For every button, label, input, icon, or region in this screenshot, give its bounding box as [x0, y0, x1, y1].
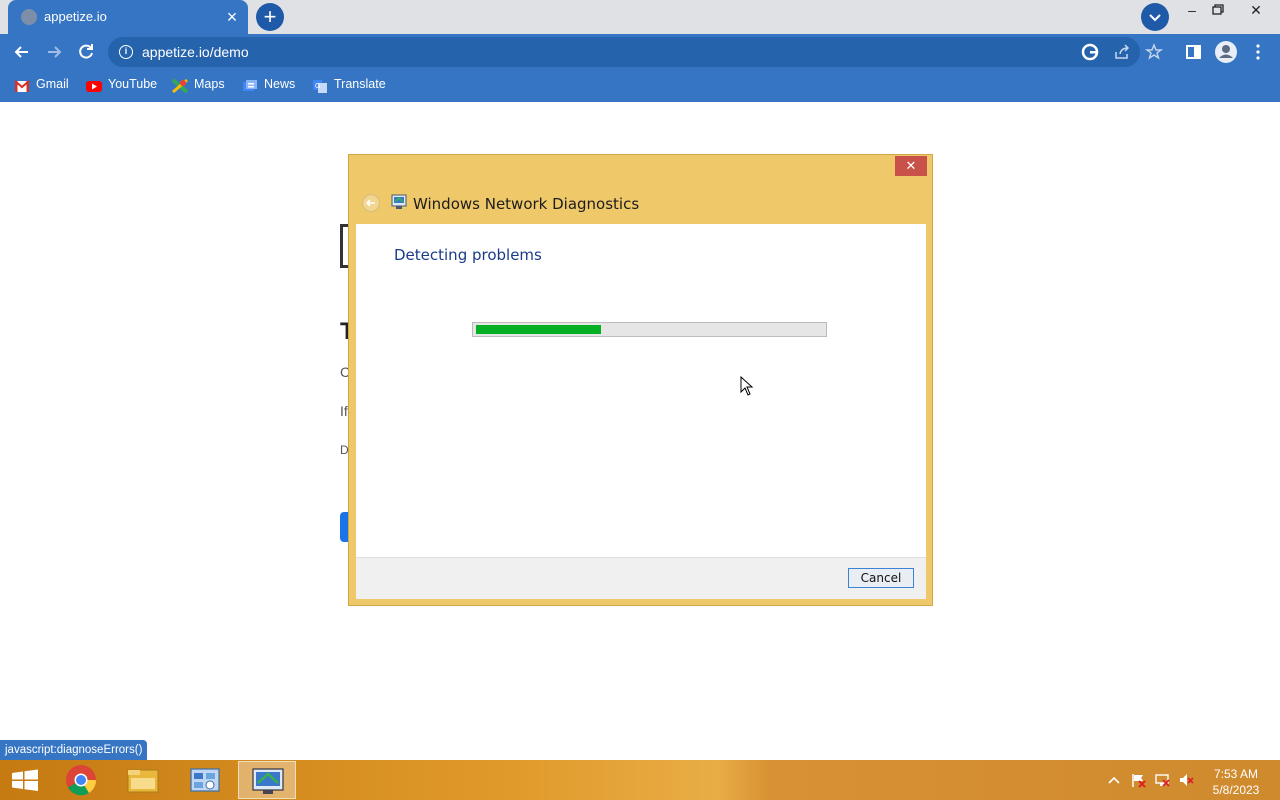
tab-title: appetize.io [44, 9, 107, 24]
site-info-icon[interactable]: i [119, 45, 133, 59]
bookmark-star-icon[interactable] [1144, 42, 1164, 62]
avatar-icon [1215, 41, 1237, 63]
window-close-button[interactable]: ✕ [1236, 0, 1276, 22]
more-vert-icon [1256, 44, 1260, 60]
back-button[interactable] [8, 38, 36, 66]
arrow-left-icon [14, 46, 28, 58]
url-text[interactable]: appetize.io/demo [142, 44, 249, 60]
translate-icon: G [313, 80, 327, 93]
tab-close-icon[interactable]: × [222, 7, 242, 27]
share-icon[interactable] [1112, 42, 1132, 62]
dialog-back-button[interactable] [362, 194, 380, 212]
taskbar-file-explorer[interactable] [114, 761, 172, 799]
network-icon[interactable] [1154, 772, 1170, 788]
bookmark-label: Maps [194, 77, 225, 91]
bookmark-label: Translate [334, 77, 386, 91]
maps-icon [172, 78, 188, 94]
dialog-content: Detecting problems [356, 224, 926, 557]
bookmark-label: News [264, 77, 296, 91]
dialog-heading: Detecting problems [394, 246, 542, 264]
dialog-footer: Cancel [356, 557, 926, 599]
clock-time: 7:53 AM [1213, 767, 1259, 781]
system-clock[interactable]: 7:53 AM 5/8/2023 [1200, 766, 1272, 798]
action-center-flag-icon[interactable] [1130, 772, 1146, 788]
volume-muted-icon[interactable] [1178, 772, 1194, 788]
arrow-right-icon [48, 46, 62, 58]
mouse-cursor-icon [740, 376, 754, 396]
gmail-icon [14, 80, 30, 92]
folder-icon [127, 769, 159, 793]
bookmark-gmail[interactable]: Gmail [14, 76, 74, 96]
bookmark-label: YouTube [108, 77, 158, 91]
control-panel-icon [190, 768, 220, 792]
chrome-icon [66, 765, 97, 796]
bookmark-translate[interactable]: G Translate [312, 76, 386, 96]
arrow-left-icon [365, 199, 375, 207]
dialog-title: Windows Network Diagnostics [413, 195, 640, 213]
new-tab-button[interactable]: + [256, 3, 284, 31]
tab-strip: appetize.io × + – ✕ [0, 0, 1280, 34]
dialog-close-button[interactable]: ✕ [895, 156, 927, 176]
start-button[interactable] [0, 760, 50, 800]
reload-icon [79, 44, 93, 59]
profile-button[interactable] [1212, 38, 1240, 66]
restore-icon [1212, 4, 1224, 15]
svg-text:G: G [315, 83, 320, 90]
forward-button[interactable] [40, 38, 68, 66]
browser-toolbar: i appetize.io/demo [0, 34, 1280, 70]
progress-fill [476, 325, 601, 334]
menu-button[interactable] [1244, 38, 1272, 66]
taskbar-chrome[interactable] [52, 761, 110, 799]
network-diagnostics-dialog: ✕ Windows Network Diagnostics Detecting … [348, 154, 933, 606]
tab-appetize[interactable]: appetize.io × [8, 0, 248, 34]
network-diagnostics-icon [252, 768, 284, 794]
bookmark-label: Gmail [36, 77, 69, 91]
tab-favicon-icon [21, 9, 37, 25]
side-panel-button[interactable] [1180, 38, 1208, 66]
diagnostics-progress-bar [472, 322, 827, 337]
bookmark-news[interactable]: News [242, 76, 296, 96]
cancel-button[interactable]: Cancel [848, 568, 914, 588]
youtube-icon [86, 81, 102, 92]
show-hidden-icons-icon[interactable] [1106, 772, 1122, 788]
windows-logo-icon [12, 769, 38, 791]
tab-search-button[interactable] [1141, 3, 1169, 31]
address-bar[interactable]: i appetize.io/demo [108, 37, 1164, 67]
page-text-fragment: If [340, 403, 348, 419]
bookmark-youtube[interactable]: YouTube [86, 76, 158, 96]
chevron-down-icon [1149, 14, 1161, 22]
reload-button[interactable] [72, 38, 100, 66]
taskbar: 7:53 AM 5/8/2023 [0, 760, 1280, 800]
side-panel-icon [1186, 45, 1201, 59]
bookmark-maps[interactable]: Maps [172, 76, 227, 96]
news-icon [243, 80, 257, 91]
restore-button[interactable] [1198, 0, 1238, 22]
link-status-bubble: javascript:diagnoseErrors() [0, 740, 148, 760]
google-lens-icon[interactable] [1080, 42, 1100, 62]
taskbar-network-diagnostics[interactable] [238, 761, 296, 799]
taskbar-control-panel[interactable] [176, 761, 234, 799]
bookmarks-bar: Gmail YouTube Maps News G Translate [0, 70, 1280, 102]
clock-date: 5/8/2023 [1212, 783, 1260, 797]
network-diagnostics-icon [391, 194, 407, 209]
